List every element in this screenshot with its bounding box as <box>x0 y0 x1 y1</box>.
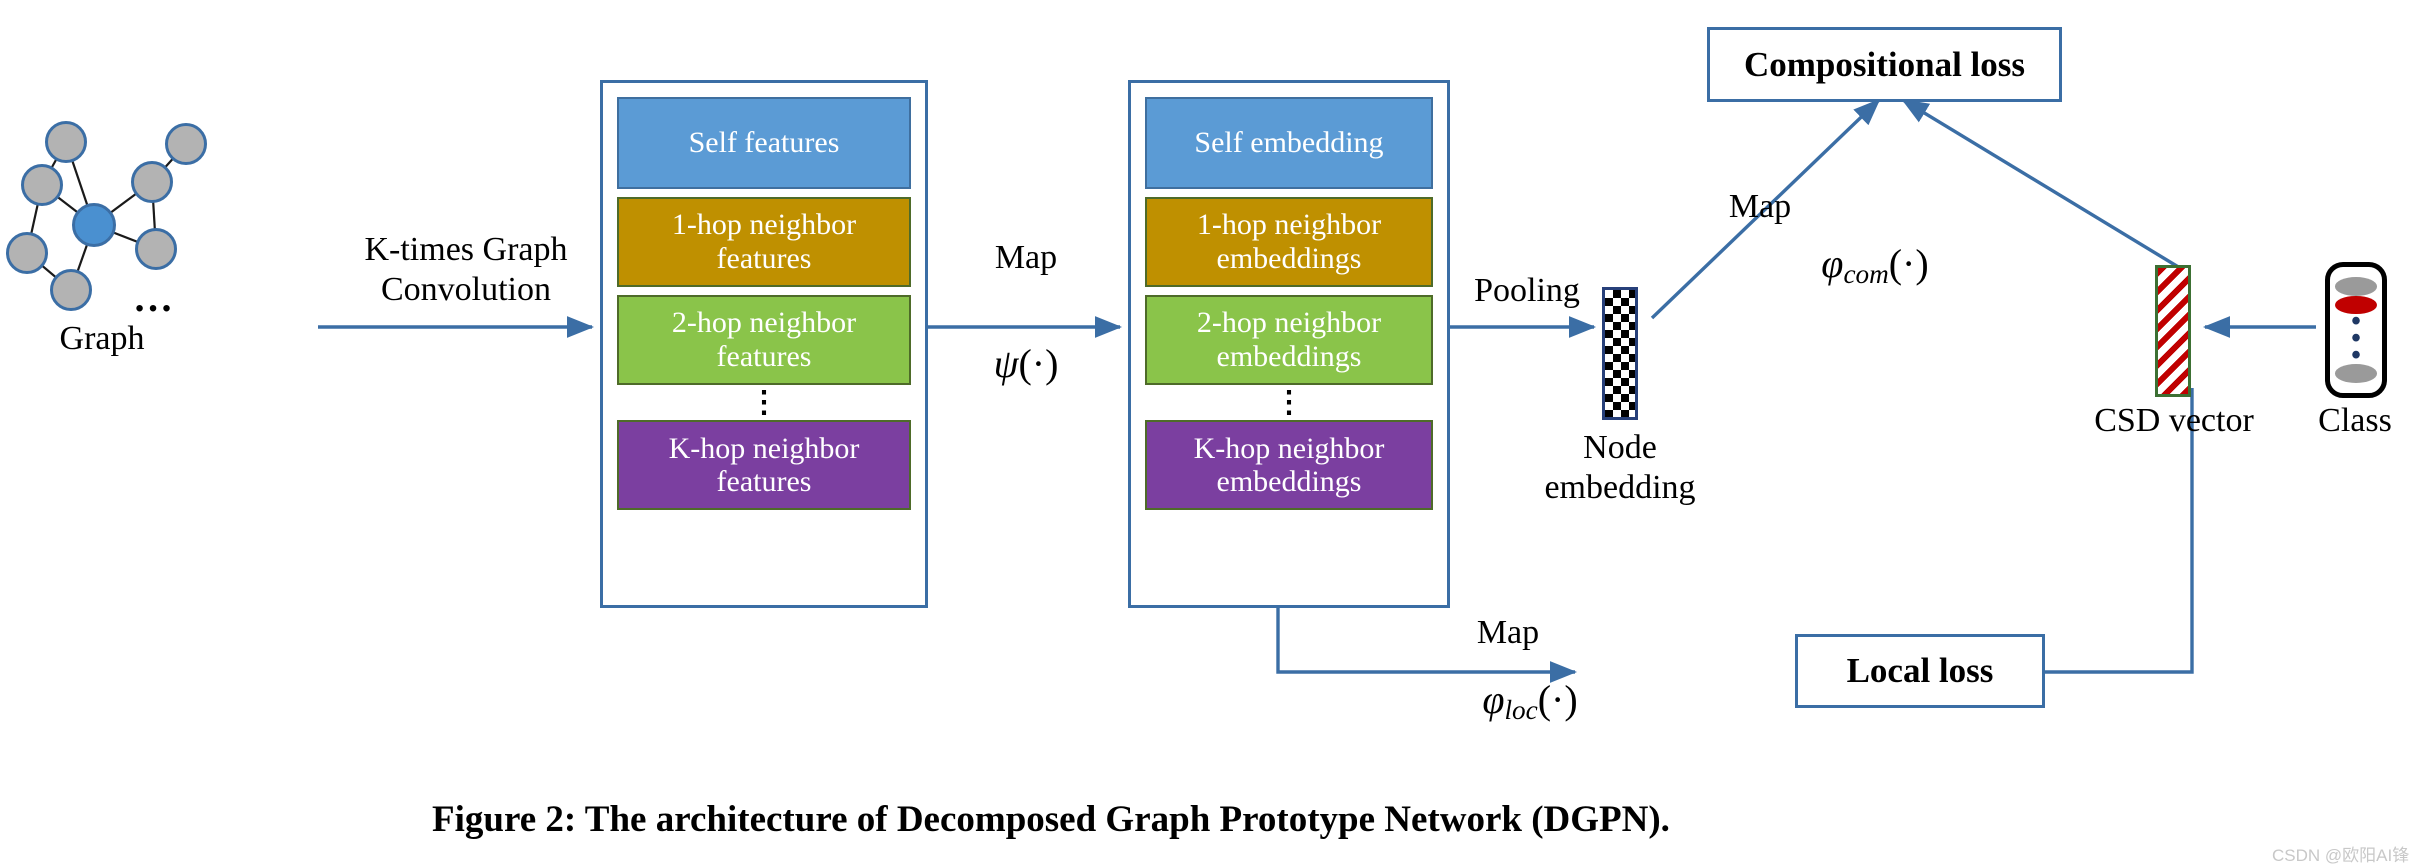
figure-caption: Figure 2: The architecture of Decomposed… <box>432 799 1670 840</box>
node-embedding-vector <box>1602 287 1638 420</box>
graph-node <box>50 269 92 311</box>
graph-node <box>21 164 63 206</box>
graph-node-center <box>72 203 116 247</box>
map-psi-line1: Map <box>994 239 1058 276</box>
psi-args: (·) <box>1018 341 1059 386</box>
class-block: • • • <box>2325 262 2387 398</box>
map-loc-symbol: φloc(·) <box>1430 676 1630 726</box>
cell-2hop-features: 2-hop neighbor features <box>617 295 911 385</box>
features-vdots: ⋮ <box>749 386 779 419</box>
phi-loc-glyph: φ <box>1482 677 1505 722</box>
watermark: CSDN @欧阳AI锋 <box>2272 846 2410 865</box>
csd-vector <box>2155 265 2191 397</box>
class-dot-grey-top <box>2335 277 2377 296</box>
map-com-symbol: φcom(·) <box>1760 240 1990 290</box>
graph-ellipsis: … <box>133 275 179 320</box>
graph-node <box>6 232 48 274</box>
pooling-label: Pooling <box>1474 272 1580 309</box>
phi-loc-sub: loc <box>1504 694 1538 725</box>
cell-khop-features: K-hop neighbor features <box>617 420 911 511</box>
node-embedding-label: Node embedding <box>1510 428 1730 508</box>
graph-node <box>131 161 173 203</box>
embeddings-vdots: ⋮ <box>1274 386 1304 419</box>
class-label: Class <box>2318 402 2392 439</box>
phi-com-sub: com <box>1843 258 1889 289</box>
node-embedding-line2: embedding <box>1544 469 1696 507</box>
class-dot-grey-bottom <box>2335 364 2377 383</box>
phi-loc-args: (·) <box>1537 677 1578 722</box>
figure-canvas: … Graph K-times Graph Convolution Self f… <box>0 0 2430 868</box>
graph-node <box>45 121 87 163</box>
cell-self-embedding: Self embedding <box>1145 97 1433 189</box>
cell-1hop-embeddings: 1-hop neighbor embeddings <box>1145 197 1433 287</box>
node-embedding-line1: Node <box>1583 429 1657 466</box>
class-vdots: • • • <box>2351 306 2361 371</box>
map-com-label: Map <box>1728 188 1792 225</box>
graph-node <box>135 228 177 270</box>
cell-1hop-features: 1-hop neighbor features <box>617 197 911 287</box>
cell-khop-embeddings: K-hop neighbor embeddings <box>1145 420 1433 511</box>
map-loc-label: Map <box>1476 614 1540 651</box>
gcn-arrow-label: K-times Graph Convolution <box>336 230 596 310</box>
cell-self-features: Self features <box>617 97 911 189</box>
local-loss-box: Local loss <box>1795 634 2045 708</box>
embeddings-stack: Self embedding 1-hop neighbor embeddings… <box>1128 80 1450 608</box>
gcn-label-line2: Convolution <box>380 271 552 309</box>
phi-com-glyph: φ <box>1821 241 1844 286</box>
csd-vector-label: CSD vector <box>2094 402 2254 439</box>
compositional-loss-box: Compositional loss <box>1707 27 2062 102</box>
graph-caption-label: Graph <box>59 320 145 357</box>
phi-com-args: (·) <box>1888 241 1929 286</box>
cell-2hop-embeddings: 2-hop neighbor embeddings <box>1145 295 1433 385</box>
features-stack: Self features 1-hop neighbor features 2-… <box>600 80 928 608</box>
map-psi-label: Map <box>938 238 1114 320</box>
psi-glyph: ψ <box>993 341 1019 386</box>
gcn-label-line1: K-times Graph <box>364 231 568 268</box>
map-psi-symbol: ψ(·) <box>938 340 1114 387</box>
graph-node <box>165 123 207 165</box>
